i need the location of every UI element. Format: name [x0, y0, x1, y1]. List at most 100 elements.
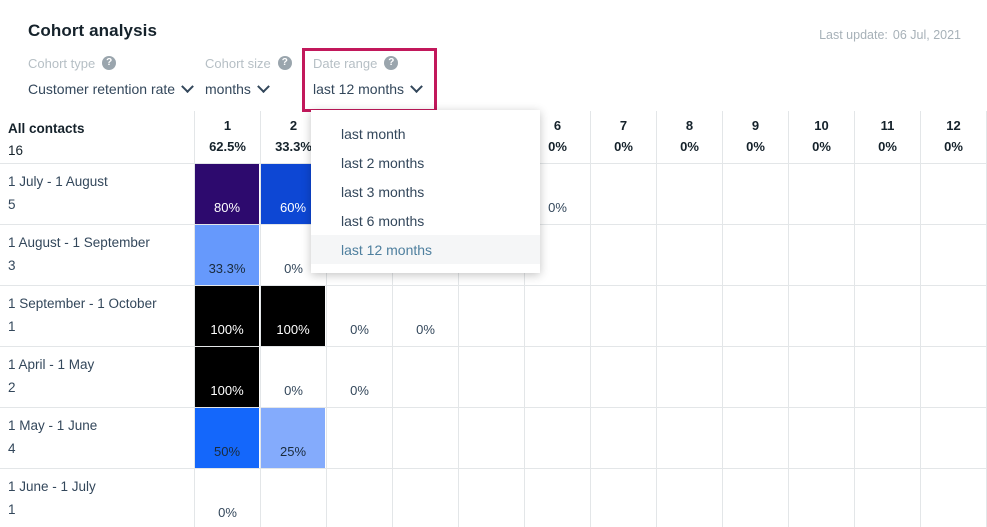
heatmap-cell[interactable]: 50% — [195, 408, 261, 468]
date-range-select[interactable]: last 12 months — [313, 79, 423, 97]
heatmap-cell[interactable] — [591, 225, 657, 285]
heatmap-cell[interactable] — [525, 469, 591, 527]
heatmap-cell[interactable] — [921, 347, 987, 407]
heatmap-cell[interactable] — [459, 347, 525, 407]
table-row: 1 May - 1 June 4 50% 25% — [0, 408, 987, 469]
help-circle-icon[interactable]: ? — [102, 56, 117, 70]
heatmap-cell[interactable]: 100% — [195, 286, 261, 346]
row-label-count: 2 — [8, 380, 16, 395]
heatmap-cell[interactable] — [855, 164, 921, 224]
heatmap-cell[interactable] — [723, 469, 789, 527]
heatmap-cell-value: 80% — [213, 200, 241, 215]
heatmap-cell[interactable] — [657, 286, 723, 346]
heatmap-cell[interactable] — [723, 164, 789, 224]
heatmap-cell[interactable] — [591, 164, 657, 224]
heatmap-cell[interactable] — [921, 164, 987, 224]
heatmap-cell[interactable] — [525, 347, 591, 407]
heatmap-cell[interactable] — [327, 408, 393, 468]
heatmap-cell[interactable]: 100% — [195, 347, 261, 407]
heatmap-cell[interactable] — [393, 408, 459, 468]
heatmap-cell[interactable]: 0% — [393, 286, 459, 346]
heatmap-cell[interactable] — [459, 469, 525, 527]
row-label-title: 1 May - 1 June — [8, 418, 98, 433]
heatmap-cell[interactable] — [789, 225, 855, 285]
dropdown-item-last-3-months[interactable]: last 3 months — [311, 177, 540, 206]
last-update-label: Last update: — [819, 28, 888, 42]
heatmap-cell[interactable]: 100% — [261, 286, 327, 346]
cohort-type-select[interactable]: Customer retention rate — [28, 79, 194, 97]
heatmap-cell[interactable] — [789, 347, 855, 407]
row-label-cell: 1 May - 1 June 4 — [0, 408, 195, 468]
heatmap-cell[interactable] — [261, 469, 327, 527]
heatmap-cell[interactable] — [327, 469, 393, 527]
heatmap-cell[interactable] — [855, 225, 921, 285]
header-column-percent: 33.3% — [275, 139, 312, 154]
cohort-size-control[interactable]: Cohort size ? months — [205, 50, 292, 97]
heatmap-cell[interactable] — [657, 469, 723, 527]
row-label-count: 1 — [8, 502, 16, 517]
heatmap-cell[interactable] — [789, 286, 855, 346]
heatmap-cell[interactable] — [723, 286, 789, 346]
heatmap-cell[interactable] — [657, 164, 723, 224]
heatmap-cell[interactable] — [789, 164, 855, 224]
header-column-percent: 0% — [878, 139, 897, 154]
dropdown-item-last-month[interactable]: last month — [311, 119, 540, 148]
heatmap-cell[interactable] — [855, 286, 921, 346]
header-column-9: 9 0% — [723, 111, 789, 163]
heatmap-cell[interactable]: 80% — [195, 164, 261, 224]
row-label-cell: 1 September - 1 October 1 — [0, 286, 195, 346]
cohort-size-select[interactable]: months — [205, 79, 292, 97]
heatmap-cell[interactable]: 25% — [261, 408, 327, 468]
heatmap-cell[interactable] — [393, 347, 459, 407]
page-title: Cohort analysis — [28, 21, 158, 40]
date-range-control[interactable]: Date range ? last 12 months — [313, 50, 423, 97]
heatmap-cell[interactable] — [525, 286, 591, 346]
header-column-12: 12 0% — [921, 111, 987, 163]
heatmap-cell[interactable] — [459, 408, 525, 468]
heatmap-cell[interactable] — [591, 347, 657, 407]
heatmap-cell[interactable] — [723, 408, 789, 468]
heatmap-cell[interactable] — [855, 347, 921, 407]
heatmap-cell[interactable] — [855, 408, 921, 468]
heatmap-cell[interactable] — [591, 286, 657, 346]
heatmap-cell[interactable] — [921, 225, 987, 285]
heatmap-cell[interactable] — [921, 469, 987, 527]
cohort-analysis-page: Cohort analysis Last update: 06 Jul, 2021… — [0, 0, 987, 527]
heatmap-cell[interactable] — [921, 408, 987, 468]
heatmap-swatch: 33.3% — [195, 225, 259, 285]
heatmap-cell-value: 100% — [210, 322, 244, 337]
table-row: 1 April - 1 May 2 100% 0% 0% — [0, 347, 987, 408]
heatmap-cell[interactable]: 0% — [327, 347, 393, 407]
heatmap-cell[interactable]: 0% — [195, 469, 261, 527]
heatmap-cell[interactable]: 33.3% — [195, 225, 261, 285]
heatmap-cell[interactable] — [393, 469, 459, 527]
date-range-dropdown[interactable]: last month last 2 months last 3 months last… — [311, 110, 540, 273]
heatmap-cell[interactable] — [723, 225, 789, 285]
chevron-down-icon — [410, 79, 423, 93]
heatmap-cell[interactable] — [789, 469, 855, 527]
heatmap-cell[interactable] — [657, 225, 723, 285]
heatmap-cell[interactable]: 0% — [327, 286, 393, 346]
heatmap-cell[interactable]: 0% — [261, 347, 327, 407]
heatmap-cell[interactable] — [459, 286, 525, 346]
row-label-title: 1 September - 1 October — [8, 296, 157, 311]
heatmap-cell[interactable] — [789, 408, 855, 468]
dropdown-item-last-12-months[interactable]: last 12 months — [311, 235, 540, 264]
heatmap-cell[interactable] — [591, 469, 657, 527]
cohort-type-label-text: Cohort type — [28, 55, 96, 71]
cohort-type-control[interactable]: Cohort type ? Customer retention rate — [28, 50, 194, 97]
heatmap-cell[interactable] — [657, 408, 723, 468]
table-row: 1 September - 1 October 1 100% 100% 0% 0% — [0, 286, 987, 347]
heatmap-cell[interactable] — [525, 408, 591, 468]
table-row: 1 June - 1 July 1 0% — [0, 469, 987, 527]
dropdown-item-last-6-months[interactable]: last 6 months — [311, 206, 540, 235]
heatmap-cell[interactable] — [855, 469, 921, 527]
heatmap-cell[interactable] — [591, 408, 657, 468]
help-circle-icon[interactable]: ? — [277, 56, 292, 70]
dropdown-item-last-2-months[interactable]: last 2 months — [311, 148, 540, 177]
heatmap-cell[interactable] — [657, 347, 723, 407]
heatmap-cell[interactable] — [921, 286, 987, 346]
heatmap-cell[interactable] — [723, 347, 789, 407]
heatmap-cell-value: 25% — [279, 444, 307, 459]
help-circle-icon[interactable]: ? — [384, 56, 399, 70]
